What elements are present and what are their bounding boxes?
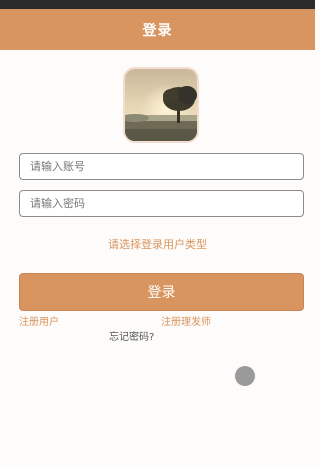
floating-assistive-button[interactable]	[235, 366, 255, 386]
register-barber-link[interactable]: 注册理发师	[161, 313, 211, 328]
page-title: 登录	[142, 22, 173, 39]
forgot-password-link[interactable]: 忘记密码?	[109, 328, 154, 343]
app-header: 登录	[0, 9, 315, 50]
avatar	[125, 69, 197, 141]
landscape-tree-icon	[125, 69, 197, 141]
user-type-select[interactable]: 请选择登录用户类型	[0, 236, 315, 252]
login-button[interactable]: 登录	[19, 273, 304, 311]
password-input[interactable]	[19, 190, 304, 217]
register-user-link[interactable]: 注册用户	[19, 313, 59, 328]
status-strip	[0, 0, 315, 9]
account-input[interactable]	[19, 153, 304, 180]
